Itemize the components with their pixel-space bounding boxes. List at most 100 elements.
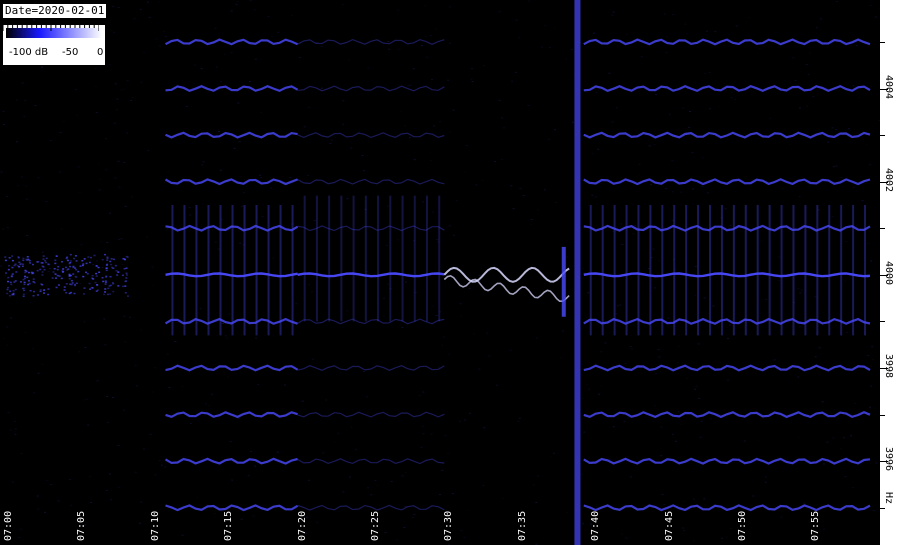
noise-speckle [652, 248, 655, 250]
noise-speckle [13, 420, 16, 422]
sideband-line [297, 132, 445, 139]
noise-speckle [225, 337, 228, 339]
noise-speckle [867, 355, 870, 357]
carrier-noise-dot [103, 293, 106, 296]
noise-speckle [130, 196, 133, 198]
noise-speckle [168, 387, 171, 389]
noise-speckle [245, 233, 248, 235]
carrier-noise-dot [77, 270, 80, 273]
vertical-striation [625, 204, 628, 336]
noise-speckle [549, 47, 552, 49]
noise-speckle [703, 498, 706, 500]
noise-speckle [271, 35, 274, 37]
noise-speckle [819, 18, 822, 20]
carrier-noise-dot [124, 292, 127, 294]
noise-speckle [103, 318, 106, 320]
noise-speckle [840, 448, 843, 450]
carrier-noise-dot [16, 264, 19, 267]
noise-speckle [383, 297, 386, 299]
noise-speckle [851, 486, 854, 488]
sideband-line [164, 178, 298, 186]
noise-speckle [455, 199, 458, 201]
carrier-noise-dot [47, 288, 50, 290]
vertical-striation [243, 204, 246, 336]
noise-speckle [230, 10, 233, 12]
noise-speckle [6, 326, 9, 328]
carrier-noise-dot [64, 266, 67, 269]
carrier-noise-dot [96, 284, 99, 286]
noise-speckle [101, 266, 104, 268]
noise-speckle [648, 145, 651, 147]
noise-speckle [400, 110, 403, 112]
carrier-noise-dot [23, 277, 26, 280]
noise-speckle [57, 500, 60, 502]
noise-speckle [143, 448, 146, 450]
noise-speckle [591, 153, 594, 155]
noise-speckle [494, 160, 497, 162]
noise-speckle [773, 234, 776, 236]
noise-speckle [15, 99, 18, 101]
noise-speckle [581, 523, 584, 525]
noise-speckle [653, 404, 656, 406]
noise-speckle [211, 393, 214, 395]
noise-speckle [798, 326, 801, 328]
vertical-striation [816, 204, 819, 336]
noise-speckle [421, 201, 424, 203]
noise-speckle [397, 210, 400, 212]
noise-speckle [600, 351, 603, 353]
vertical-striation [649, 204, 652, 336]
noise-speckle [530, 224, 533, 226]
carrier-noise-dot [109, 260, 112, 263]
noise-speckle [697, 343, 700, 345]
noise-speckle [854, 402, 857, 404]
carrier-noise-dot [45, 257, 48, 260]
noise-speckle [807, 73, 810, 75]
noise-speckle [420, 446, 423, 448]
noise-speckle [496, 384, 499, 386]
noise-speckle [248, 81, 251, 83]
noise-speckle [871, 346, 874, 348]
noise-speckle [17, 185, 20, 187]
y-tick-label: 4004 [883, 74, 894, 99]
noise-speckle [611, 14, 614, 16]
vertical-striation [744, 204, 747, 336]
noise-speckle [289, 177, 292, 179]
noise-speckle [413, 159, 416, 161]
noise-speckle [409, 136, 412, 138]
noise-speckle [703, 73, 706, 75]
noise-speckle [228, 313, 231, 315]
carrier-noise-dot [20, 263, 23, 265]
noise-speckle [611, 121, 614, 123]
noise-speckle [591, 194, 594, 196]
carrier-noise-dot [97, 266, 100, 269]
colorbar-min-label: -100 dB [9, 47, 49, 58]
carrier-noise-dot [8, 294, 11, 297]
noise-speckle [661, 493, 664, 495]
carrier-noise-dot [39, 268, 42, 271]
noise-speckle [308, 479, 311, 481]
noise-speckle [694, 388, 697, 390]
noise-speckle [26, 235, 29, 237]
noise-speckle [78, 351, 81, 353]
noise-speckle [118, 238, 121, 240]
noise-speckle [139, 8, 142, 10]
carrier-noise-dot [68, 278, 71, 280]
carrier-noise-dot [41, 271, 44, 273]
noise-speckle [312, 358, 315, 360]
noise-speckle [581, 267, 584, 269]
noise-speckle [236, 0, 239, 2]
sideband-line [164, 457, 298, 465]
noise-speckle [106, 395, 109, 397]
noise-speckle [424, 36, 427, 38]
noise-speckle [41, 251, 44, 253]
sideband-line [583, 410, 871, 419]
carrier-noise-dot [74, 283, 77, 286]
noise-speckle [730, 97, 733, 99]
carrier-noise-dot [29, 289, 32, 292]
noise-speckle [10, 317, 13, 319]
noise-speckle [117, 6, 120, 8]
noise-speckle [174, 341, 177, 343]
noise-speckle [604, 342, 607, 344]
carrier-noise-dot [124, 285, 127, 287]
noise-speckle [554, 201, 557, 203]
